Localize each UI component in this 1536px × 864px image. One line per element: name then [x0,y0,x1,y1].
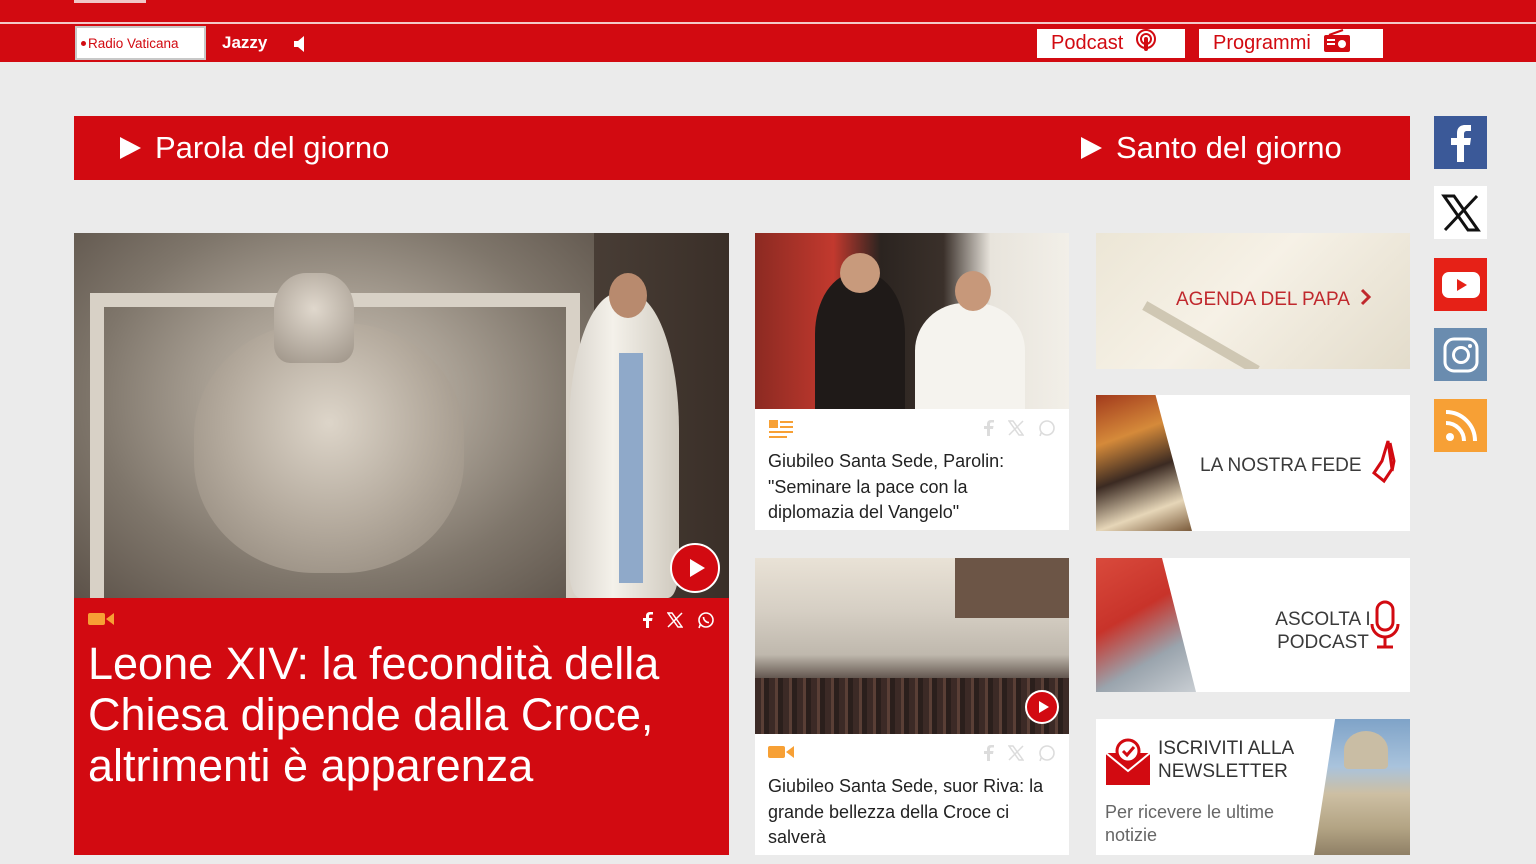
card-image[interactable] [755,233,1069,409]
newsletter-tile[interactable]: ISCRIVITI ALLA NEWSLETTER Per ricevere l… [1096,719,1410,855]
day-bar: Parola del giorno Santo del giorno [74,116,1410,180]
praying-hands-icon [1368,437,1404,491]
x-share-icon[interactable] [1007,745,1025,765]
x-share-icon[interactable] [666,612,684,632]
agenda-label: AGENDA DEL PAPA [1176,289,1350,310]
chevron-right-icon [1360,288,1372,312]
card-meta [768,744,1056,766]
play-icon [689,559,705,577]
facebook-share-icon[interactable] [984,745,994,765]
news-card[interactable]: Giubileo Santa Sede, suor Riva: la grand… [755,558,1069,855]
fede-image [1096,395,1192,531]
hero-meta [88,611,715,631]
fede-label: LA NOSTRA FEDE [1200,455,1362,476]
agenda-del-papa-tile[interactable]: AGENDA DEL PAPA [1096,233,1410,369]
radio-icon [1323,28,1351,59]
podcast-icon [1135,28,1157,59]
top-strip [0,0,1536,22]
podcast-label: Podcast [1051,32,1124,54]
programmi-label: Programmi [1213,32,1311,54]
youtube-icon[interactable] [1434,258,1487,311]
agenda-link[interactable]: AGENDA DEL PAPA [1176,288,1372,312]
card-image[interactable] [755,558,1069,734]
top-tab[interactable] [74,0,146,3]
radio-vaticana-selector[interactable]: Radio Vaticana [75,26,206,60]
hero-image[interactable] [74,233,729,598]
play-button[interactable] [670,543,720,593]
whatsapp-share-icon[interactable] [1038,419,1056,441]
newsletter-subtitle: Per ricevere le ultime notizie [1105,802,1275,845]
card-title[interactable]: Giubileo Santa Sede, suor Riva: la grand… [768,774,1058,851]
x-icon[interactable] [1434,186,1487,239]
play-triangle-icon [120,137,141,159]
hero-title[interactable]: Leone XIV: la fecondità della Chiesa dip… [88,638,715,791]
parola-del-giorno-link[interactable]: Parola del giorno [120,116,389,180]
article-icon [768,419,794,443]
video-camera-icon [768,744,794,764]
whatsapp-share-icon[interactable] [697,611,715,633]
ascolta-i-podcast-tile[interactable]: ASCOLTA I PODCAST [1096,558,1410,692]
radio-label: Radio Vaticana [88,35,179,51]
santo-del-giorno-link[interactable]: Santo del giorno [1081,116,1342,180]
podcast-button[interactable]: Podcast [1037,28,1185,59]
podcast-image [1096,558,1196,692]
x-share-icon[interactable] [1007,420,1025,440]
instagram-icon[interactable] [1434,328,1487,381]
channel-name: Jazzy [222,33,268,52]
facebook-icon[interactable] [1434,116,1487,169]
hero-article[interactable]: Leone XIV: la fecondità della Chiesa dip… [74,233,729,855]
news-card[interactable]: Giubileo Santa Sede, Parolin: "Seminare … [755,233,1069,530]
play-icon [1038,701,1049,713]
play-button[interactable] [1025,690,1059,724]
play-triangle-icon [1081,137,1102,159]
facebook-share-icon[interactable] [643,612,653,632]
whatsapp-share-icon[interactable] [1038,744,1056,766]
live-dot-icon [81,40,86,46]
envelope-icon [1104,737,1152,791]
speaker-icon[interactable] [292,34,308,58]
rss-icon[interactable] [1434,399,1487,452]
santo-label: Santo del giorno [1116,130,1342,165]
programmi-button[interactable]: Programmi [1199,28,1383,59]
parola-label: Parola del giorno [155,130,390,165]
share-bar [643,611,715,633]
video-camera-icon [88,611,114,631]
facebook-share-icon[interactable] [984,420,994,440]
card-title[interactable]: Giubileo Santa Sede, Parolin: "Seminare … [768,449,1058,526]
share-bar [984,419,1056,441]
share-bar [984,744,1056,766]
la-nostra-fede-tile[interactable]: LA NOSTRA FEDE [1096,395,1410,531]
microphone-icon [1370,600,1400,656]
card-meta [768,419,1056,441]
